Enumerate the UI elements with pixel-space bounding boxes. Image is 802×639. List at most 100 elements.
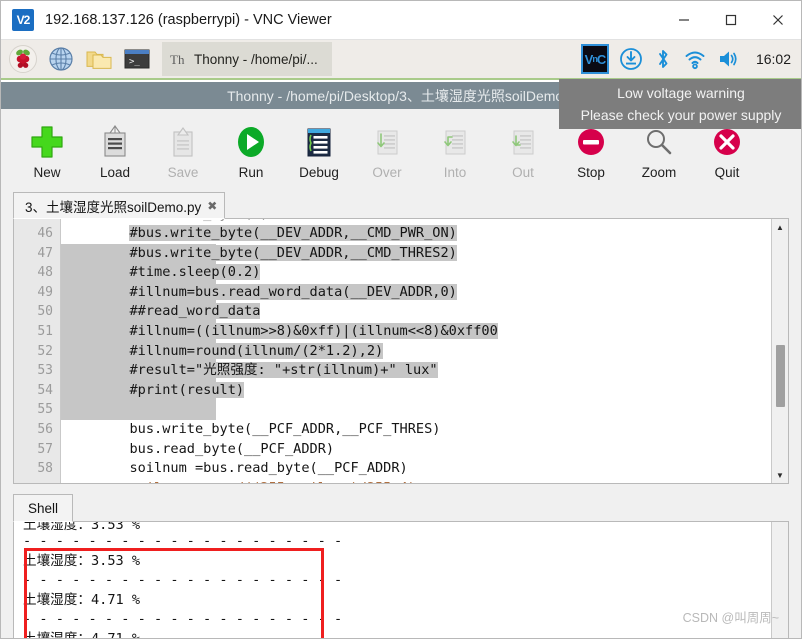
editor-scroll-thumb[interactable] (775, 345, 785, 407)
new-label: New (33, 165, 61, 180)
close-button[interactable] (754, 1, 801, 39)
editor-lines: #bus.write_byte(__DEV_ADDR,__CMD_PWR_ON)… (61, 224, 771, 479)
shell-tabstrip: Shell (13, 493, 789, 522)
editor-gutter: 46 47 48 49 50 51 52 53 54 55 56 57 58 (14, 219, 61, 483)
taskbar-task-label: Thonny - /home/pi/... (194, 51, 318, 67)
code-line-selected-text: #print(result) (129, 381, 245, 398)
code-line[interactable]: soilnum =bus.read_byte(__PCF_ADDR) (61, 459, 771, 479)
editor-partial-bottom-line: soilnum =round((255-soilnum)/255,4) (61, 479, 771, 483)
editor-scroll-track[interactable] (773, 235, 788, 467)
taskbar-clock[interactable]: 16:02 (756, 51, 791, 67)
step-into-label: Into (443, 165, 467, 180)
code-line[interactable]: #result="光照强度: "+str(illnum)+" lux" (61, 361, 771, 381)
step-into-button[interactable]: Into (421, 113, 489, 180)
low-voltage-warning-tooltip: Low voltage warning Please check your po… (559, 79, 801, 129)
taskbar-task-thonny[interactable]: Th Thonny - /home/pi/... (162, 42, 332, 76)
low-voltage-warning-line1: Low voltage warning (617, 85, 745, 101)
load-label: Load (99, 165, 131, 180)
watermark: CSDN @叫周周~ (682, 611, 779, 625)
svg-text:Th: Th (170, 52, 185, 67)
maximize-button[interactable] (707, 1, 754, 39)
editor-tab-soildemo[interactable]: 3、土壤湿度光照soilDemo.py ✖ (13, 192, 226, 219)
updates-tray-icon[interactable] (619, 47, 643, 71)
debug-button[interactable]: Debug (285, 113, 353, 180)
shell-lines: - - - - - - - - - - - - - - - - - - - - 土… (23, 532, 771, 638)
shell-clipped-line: 土壤湿度：3.53 % (23, 522, 141, 532)
file-manager-icon[interactable] (82, 42, 116, 76)
code-line[interactable]: bus.write_byte(__PCF_ADDR,__PCF_THRES) (61, 420, 771, 440)
code-line-selected-text: #illnum=bus.read_word_data(__DEV_ADDR,0) (129, 283, 457, 300)
shell-tab[interactable]: Shell (13, 494, 74, 522)
vnc-logo-icon: V2 (12, 9, 34, 31)
save-button[interactable]: Save (149, 113, 217, 180)
save-icon (166, 121, 200, 163)
code-line[interactable]: #illnum=bus.read_word_data(__DEV_ADDR,0) (61, 283, 771, 303)
run-button[interactable]: Run (217, 113, 285, 180)
line-number: 56 (37, 421, 53, 437)
scroll-down-arrow-icon[interactable]: ▼ (773, 467, 788, 483)
shell-line: 土壤湿度：4.71 % (23, 591, 141, 608)
code-line[interactable]: #print(result) (61, 381, 771, 401)
code-line-selected-text: #time.sleep(0.2) (129, 264, 261, 281)
line-number: 53 (37, 363, 53, 379)
line-number: 48 (37, 265, 53, 281)
shell-output[interactable]: 土壤湿度：3.53 % - - - - - - - - - - - - - - … (14, 522, 771, 638)
code-line-selected-text: ##read_word_data (129, 303, 261, 320)
line-number: 49 (37, 284, 53, 300)
code-line[interactable] (61, 400, 771, 420)
terminal-icon[interactable]: >_ (120, 42, 154, 76)
line-number: 54 (37, 382, 53, 398)
raspberry-menu-icon[interactable] (6, 42, 40, 76)
raspbian-taskbar: >_ Th Thonny - /home/pi/... VnC 16:02 (1, 40, 801, 80)
code-line[interactable]: #bus.write_byte(__DEV_ADDR,__CMD_THRES2) (61, 244, 771, 264)
volume-tray-icon[interactable] (717, 47, 741, 71)
scroll-up-arrow-icon[interactable]: ▲ (773, 219, 788, 235)
vnc-window-titlebar: V2 192.168.137.126 (raspberrypi) - VNC V… (1, 1, 801, 40)
wifi-tray-icon[interactable] (683, 47, 707, 71)
line-number: 50 (37, 304, 53, 320)
new-button[interactable]: New (13, 113, 81, 180)
shell-line: - - - - - - - - - - - - - - - - - - - - (23, 533, 343, 549)
thonny-window: Thonny - /home/pi/Desktop/3、土壤湿度光照soilDe… (1, 82, 801, 638)
shell-tab-label: Shell (28, 500, 59, 516)
code-line-selected-text: #illnum=((illnum>>8)&0xff)|(illnum<<8)&0… (129, 322, 498, 339)
thonny-icon: Th (170, 52, 185, 67)
bluetooth-tray-icon[interactable] (653, 47, 673, 71)
vnc-server-tray-icon[interactable]: VnC (580, 44, 609, 74)
code-editor[interactable]: 46 47 48 49 50 51 52 53 54 55 56 57 58 bus.write_byt… (13, 219, 789, 484)
editor-tab-label: 3、土壤湿度光照soilDemo.py (25, 199, 202, 215)
line-number: 57 (37, 441, 53, 457)
taskbar-tray: VnC 16:02 (580, 44, 801, 74)
load-button[interactable]: Load (81, 113, 149, 180)
code-line[interactable]: bus.read_byte(__PCF_ADDR) (61, 440, 771, 460)
step-out-button[interactable]: Out (489, 113, 557, 180)
zoom-label: Zoom (641, 165, 677, 180)
code-line[interactable]: #illnum=round(illnum/(2*1.2),2) (61, 342, 771, 362)
code-line[interactable]: ##read_word_data (61, 302, 771, 322)
shell-panel[interactable]: 土壤湿度：3.53 % - - - - - - - - - - - - - - … (13, 522, 789, 638)
shell-line: - - - - - - - - - - - - - - - - - - - - (23, 611, 343, 627)
step-out-icon (506, 121, 540, 163)
svg-text:>_: >_ (129, 57, 140, 67)
stop-label: Stop (577, 165, 605, 180)
thonny-window-title: Thonny - /home/pi/Desktop/3、土壤湿度光照soilDe… (227, 87, 575, 104)
step-out-label: Out (512, 165, 534, 180)
minimize-button[interactable] (660, 1, 707, 39)
code-line[interactable]: #time.sleep(0.2) (61, 263, 771, 283)
line-number: 58 (37, 461, 53, 477)
web-browser-icon[interactable] (44, 42, 78, 76)
line-number: 52 (37, 343, 53, 359)
step-over-button[interactable]: Over (353, 113, 421, 180)
run-icon (233, 121, 269, 163)
editor-code-area[interactable]: bus.write_byte(1) #bus.write_byte(__DEV_… (61, 219, 771, 483)
code-line-selected-text: #result="光照强度: "+str(illnum)+" lux" (129, 362, 438, 379)
step-into-icon (438, 121, 472, 163)
editor-vertical-scrollbar[interactable]: ▲ ▼ (771, 219, 788, 483)
debug-label: Debug (299, 165, 339, 180)
shell-line: - - - - - - - - - - - - - - - - - - - - (23, 572, 343, 588)
quit-label: Quit (714, 165, 740, 180)
close-icon[interactable]: ✖ (207, 199, 217, 213)
code-line[interactable]: #illnum=((illnum>>8)&0xff)|(illnum<<8)&0… (61, 322, 771, 342)
code-line[interactable]: #bus.write_byte(__DEV_ADDR,__CMD_PWR_ON) (61, 224, 771, 244)
line-number: 46 (37, 226, 53, 241)
